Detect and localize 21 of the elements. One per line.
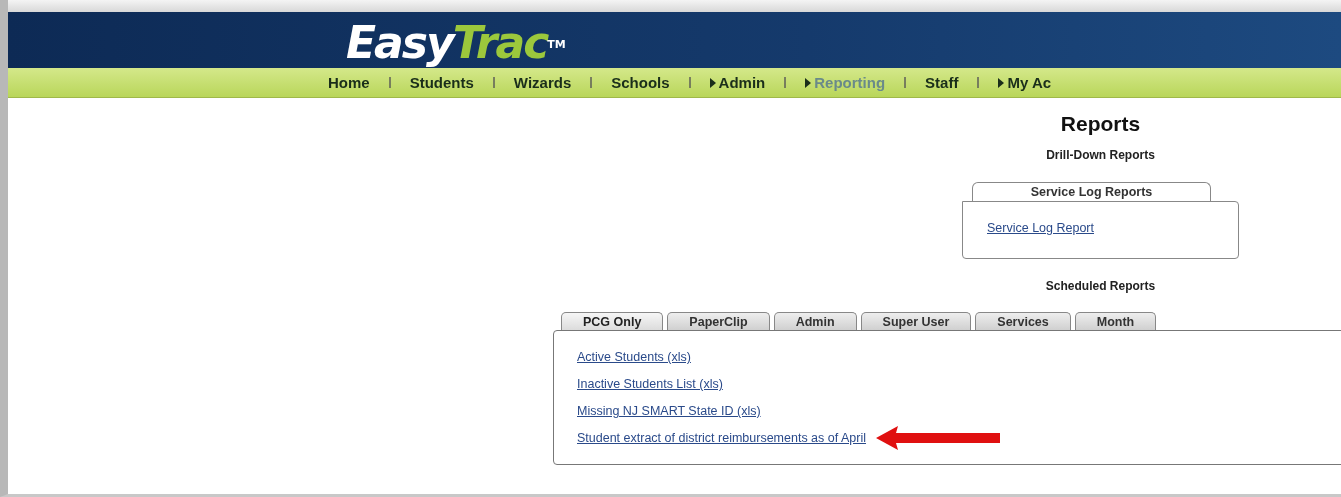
nav-item[interactable]: Students [409,74,474,91]
report-link[interactable]: Missing NJ SMART State ID (xls) [577,404,761,418]
section-heading: Drill-Down Reports [1046,148,1155,162]
report-link[interactable]: Service Log Report [987,221,1094,235]
report-tab[interactable]: PCG Only [561,312,664,330]
nav-item[interactable]: Wizards [513,74,572,91]
report-tab[interactable]: Super User [860,312,972,330]
section-heading: Scheduled Reports [1045,279,1156,293]
nav-item[interactable]: Schools [611,74,670,91]
report-tab[interactable]: Admin [773,312,857,330]
report-tab[interactable]: Services [975,312,1071,330]
report-link[interactable]: Student extract of district reimbursements as of April [577,431,866,445]
report-tab[interactable]: PaperClip [667,312,770,330]
nav-item[interactable]: Home [328,74,370,91]
report-tab[interactable]: Month [1074,312,1157,330]
nav-item[interactable]: My Ac [1007,74,1052,91]
nav-item[interactable]: Staff [925,74,959,91]
report-link[interactable]: Active Students (xls) [577,350,691,364]
page-title: Reports [1060,112,1141,136]
report-link[interactable]: Inactive Students List (xls) [577,377,723,391]
nav-item[interactable]: Admin [718,74,766,91]
